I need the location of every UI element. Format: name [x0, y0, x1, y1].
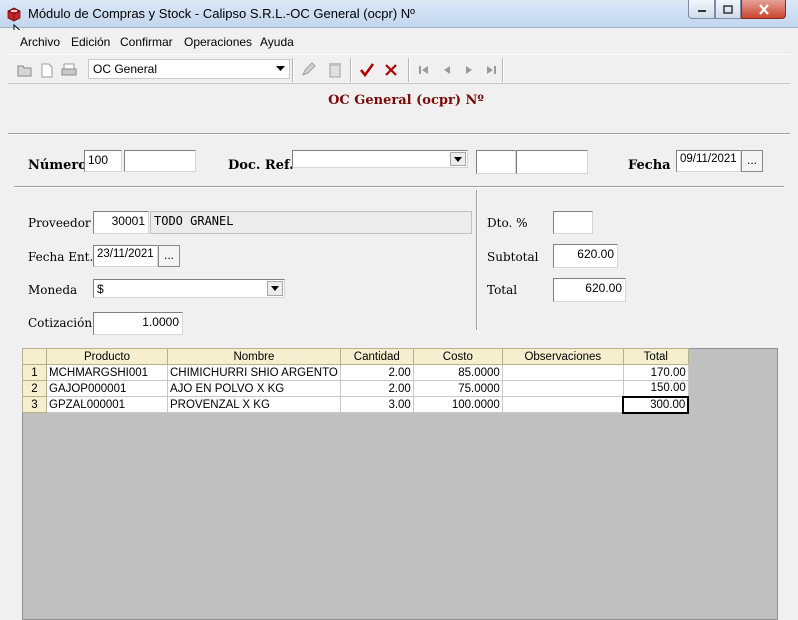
- column-header-observaciones[interactable]: Observaciones: [501, 348, 624, 365]
- first-record-icon[interactable]: [415, 61, 433, 79]
- proveedor-name-field: TODO GRANEL: [150, 211, 472, 234]
- fecha-ent-label: Fecha Ent.: [28, 250, 94, 264]
- fecha-ent-field[interactable]: 23/11/2021: [93, 245, 158, 267]
- row-number: 2: [22, 380, 47, 397]
- proveedor-label: Proveedor: [28, 216, 91, 230]
- cancel-x-icon[interactable]: [382, 61, 400, 79]
- chevron-down-icon: [271, 286, 279, 291]
- moneda-dropdown-button[interactable]: [267, 281, 283, 296]
- window-title: Módulo de Compras y Stock - Calipso S.R.…: [28, 6, 415, 21]
- close-button[interactable]: [741, 0, 786, 19]
- cell-producto[interactable]: GAJOP000001: [46, 380, 168, 397]
- title-bar: Módulo de Compras y Stock - Calipso S.R.…: [0, 0, 798, 28]
- minimize-button[interactable]: [688, 0, 715, 19]
- cell-observaciones[interactable]: [501, 380, 624, 397]
- form-title: OC General (ocpr) Nº: [328, 93, 484, 108]
- toolbar: OC General: [8, 54, 790, 84]
- items-grid: Producto Nombre Cantidad Costo Observaci…: [22, 348, 690, 414]
- view-select-value: OC General: [93, 62, 158, 76]
- menu-confirmar[interactable]: Confirmar: [120, 35, 173, 49]
- cell-cantidad[interactable]: 3.00: [339, 396, 414, 413]
- app-icon: [7, 7, 21, 22]
- minimize-icon: [697, 10, 706, 12]
- menu-operaciones[interactable]: Operaciones: [184, 35, 252, 49]
- total-field: 620.00: [553, 278, 626, 302]
- menu-ayuda[interactable]: Ayuda: [260, 35, 294, 49]
- cell-total[interactable]: 150.00: [622, 380, 689, 397]
- fecha-picker-button[interactable]: ...: [741, 150, 763, 172]
- delete-trash-icon[interactable]: [326, 61, 344, 79]
- cell-nombre[interactable]: AJO EN POLVO X KG: [167, 380, 341, 397]
- cell-total[interactable]: 170.00: [622, 364, 689, 381]
- docref-select[interactable]: [292, 150, 468, 168]
- column-header-cantidad[interactable]: Cantidad: [339, 348, 414, 365]
- menu-bar: Archivo Edición Confirmar Operaciones Ay…: [8, 30, 790, 52]
- cotizacion-field[interactable]: 1.0000: [93, 312, 183, 335]
- numero-extra-field[interactable]: [124, 150, 196, 172]
- column-header-nombre[interactable]: Nombre: [167, 348, 341, 365]
- proveedor-code-field[interactable]: 30001: [93, 211, 149, 234]
- print-icon[interactable]: [60, 61, 78, 79]
- previous-record-icon[interactable]: [438, 61, 456, 79]
- cell-observaciones[interactable]: [501, 364, 624, 381]
- menu-archivo[interactable]: Archivo: [20, 35, 60, 49]
- cotizacion-label: Cotización: [28, 316, 93, 330]
- column-header-total[interactable]: Total: [622, 348, 689, 365]
- next-record-icon[interactable]: [460, 61, 478, 79]
- table-row[interactable]: 2 GAJOP000001 AJO EN POLVO X KG 2.00 75.…: [22, 380, 689, 397]
- fecha-label: Fecha: [628, 158, 671, 173]
- total-label: Total: [487, 283, 518, 297]
- menu-edicion[interactable]: Edición: [71, 35, 110, 49]
- view-select[interactable]: OC General: [88, 59, 290, 79]
- docref-dropdown-button[interactable]: [450, 152, 466, 166]
- table-row[interactable]: 1 MCHMARGSHI001 CHIMICHURRI SHIO ARGENTO…: [22, 364, 689, 381]
- confirm-check-icon[interactable]: [358, 61, 376, 79]
- cell-nombre[interactable]: PROVENZAL X KG: [167, 396, 341, 413]
- cell-cantidad[interactable]: 2.00: [339, 380, 414, 397]
- cell-nombre[interactable]: CHIMICHURRI SHIO ARGENTO: [167, 364, 341, 381]
- maximize-button[interactable]: [715, 0, 741, 19]
- new-document-icon[interactable]: [38, 61, 56, 79]
- maximize-icon: [723, 4, 733, 14]
- subtotal-field: 620.00: [553, 244, 618, 268]
- cell-producto[interactable]: MCHMARGSHI001: [46, 364, 168, 381]
- cell-observaciones[interactable]: [501, 396, 624, 413]
- docref-label: Doc. Ref.: [228, 158, 294, 173]
- dto-label: Dto. %: [487, 216, 528, 230]
- cell-producto[interactable]: GPZAL000001: [46, 396, 168, 413]
- numero-label: Número: [28, 158, 87, 173]
- table-row[interactable]: 3 GPZAL000001 PROVENZAL X KG 3.00 100.00…: [22, 395, 690, 414]
- cell-costo[interactable]: 85.0000: [412, 364, 503, 381]
- moneda-select-value: $: [97, 282, 104, 296]
- cell-cantidad[interactable]: 2.00: [339, 364, 414, 381]
- numero-field[interactable]: 100: [84, 150, 122, 172]
- cell-total-selected[interactable]: 300.00: [622, 395, 690, 414]
- cell-costo[interactable]: 75.0000: [412, 380, 503, 397]
- moneda-select[interactable]: $: [93, 279, 285, 298]
- fecha-field[interactable]: 09/11/2021: [676, 150, 741, 172]
- close-icon: [758, 3, 769, 15]
- cell-costo[interactable]: 100.0000: [412, 396, 503, 413]
- row-header-corner: [22, 348, 47, 365]
- moneda-label: Moneda: [28, 283, 78, 297]
- dto-field[interactable]: [553, 211, 593, 234]
- row-number: 1: [22, 364, 47, 381]
- subtotal-label: Subtotal: [487, 250, 539, 264]
- column-header-producto[interactable]: Producto: [46, 348, 168, 365]
- last-record-icon[interactable]: [482, 61, 500, 79]
- docref-field-2[interactable]: [476, 150, 516, 174]
- chevron-down-icon: [454, 156, 462, 162]
- open-folder-icon[interactable]: [16, 61, 34, 79]
- chevron-down-icon: [276, 66, 285, 71]
- edit-pencil-icon[interactable]: [299, 61, 317, 79]
- docref-field-3[interactable]: [516, 150, 588, 174]
- fecha-ent-picker-button[interactable]: ...: [158, 245, 180, 267]
- column-header-costo[interactable]: Costo: [412, 348, 503, 365]
- row-number: 3: [22, 396, 47, 413]
